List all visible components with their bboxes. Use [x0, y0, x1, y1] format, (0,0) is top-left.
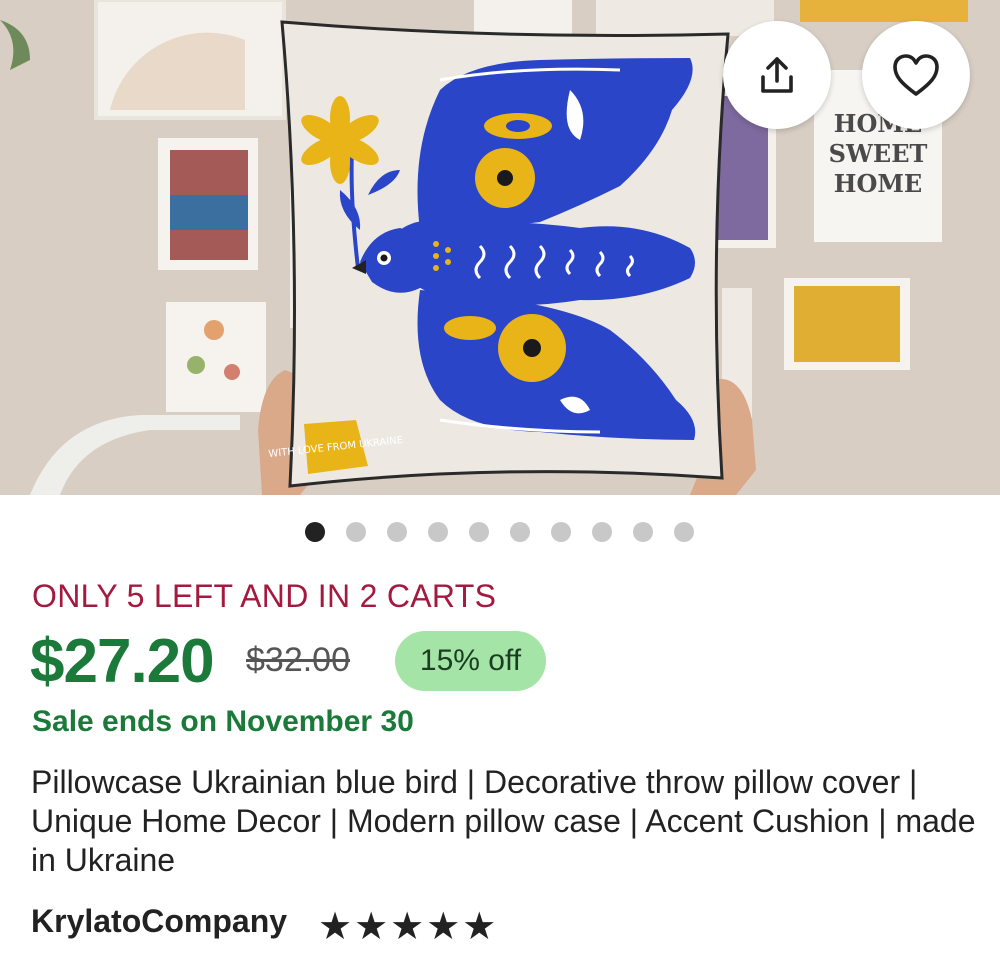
product-photo: HOME SWEET HOME WITH LOVE FROM UKRAINE	[0, 0, 1000, 495]
pagination-dot[interactable]	[551, 522, 571, 542]
pagination-dot[interactable]	[674, 522, 694, 542]
shop-name-link[interactable]: KrylatoCompany	[31, 903, 287, 940]
share-icon	[761, 57, 793, 93]
svg-text:HOME: HOME	[834, 169, 922, 198]
gallery-pagination	[0, 522, 1000, 544]
pagination-dot[interactable]	[428, 522, 448, 542]
shop-rating-stars[interactable]: ★★★★★	[318, 904, 498, 949]
pagination-dot[interactable]	[387, 522, 407, 542]
sale-price: $27.20	[30, 627, 215, 696]
product-image-gallery[interactable]: HOME SWEET HOME WITH LOVE FROM UKRAINE	[0, 0, 1000, 495]
favorite-button[interactable]	[862, 21, 970, 129]
pagination-dot[interactable]	[510, 522, 530, 542]
discount-badge: 15% off	[395, 631, 546, 691]
pagination-dot[interactable]	[469, 522, 489, 542]
pagination-dot[interactable]	[305, 522, 325, 542]
original-price: $32.00	[246, 641, 350, 679]
pagination-dot[interactable]	[346, 522, 366, 542]
listing-title: Pillowcase Ukrainian blue bird | Decorat…	[31, 764, 976, 878]
pagination-dot[interactable]	[633, 522, 653, 542]
heart-icon	[893, 54, 939, 96]
svg-text:SWEET: SWEET	[829, 139, 928, 168]
sale-end-notice: Sale ends on November 30	[32, 705, 414, 738]
share-button[interactable]	[723, 21, 831, 129]
pagination-dot[interactable]	[592, 522, 612, 542]
stock-notice: ONLY 5 LEFT AND IN 2 CARTS	[32, 578, 497, 614]
